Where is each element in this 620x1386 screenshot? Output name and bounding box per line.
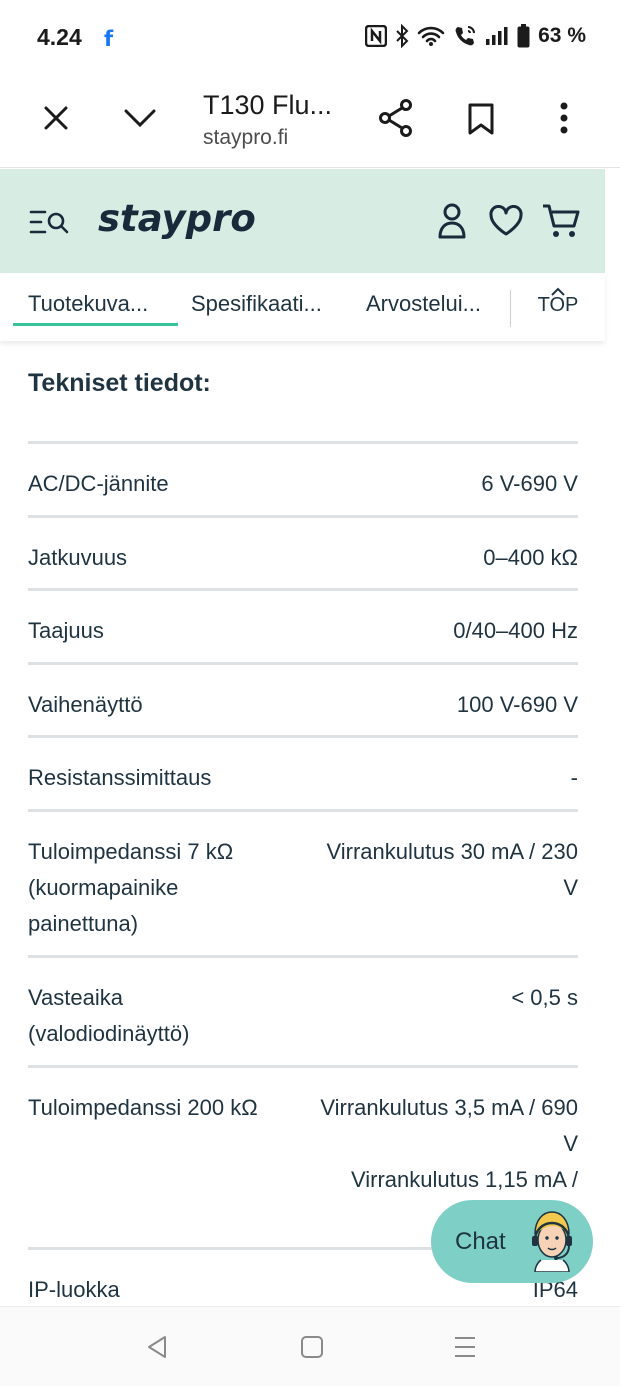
spec-value: < 0,5 s <box>511 985 578 1010</box>
share-icon[interactable] <box>376 98 416 138</box>
chat-button[interactable]: Chat <box>431 1200 593 1283</box>
tab-reviews[interactable]: Arvostelui... <box>366 291 481 317</box>
status-time: 4.24 <box>37 24 82 50</box>
spec-label: Tuloimpedanssi 7 kΩ (kuormapainike paine… <box>28 839 234 936</box>
tab-product-images[interactable]: Tuotekuva... <box>28 291 148 317</box>
close-icon[interactable] <box>38 100 74 136</box>
tab-specifications[interactable]: Spesifikaati... <box>191 291 322 317</box>
bluetooth-icon <box>396 24 409 48</box>
support-agent-avatar <box>532 1211 572 1272</box>
spec-value: Virrankulutus 30 mA / 230 V <box>326 839 578 900</box>
tab-divider <box>510 290 511 327</box>
active-tab-indicator <box>13 323 178 326</box>
status-icons: 63 % <box>365 24 586 48</box>
spec-value: 0–400 kΩ <box>483 545 578 570</box>
recents-icon[interactable] <box>453 1335 477 1364</box>
spec-label: Resistanssimittaus <box>28 765 212 790</box>
spec-label: Vaihenäyttö <box>28 692 143 717</box>
wifi-calling-icon <box>455 26 476 46</box>
spec-label: Vasteaika (valodiodinäyttö) <box>28 985 190 1046</box>
signal-icon <box>486 27 508 45</box>
back-to-top-label: TOP <box>537 294 579 316</box>
back-icon[interactable] <box>146 1335 168 1364</box>
home-icon[interactable] <box>300 1335 324 1364</box>
spec-row: AC/DC-jännite 6 V-690 V <box>28 441 578 515</box>
nfc-icon <box>365 25 388 47</box>
spec-row: Tuloimpedanssi 7 kΩ (kuormapainike paine… <box>28 809 578 955</box>
page-domain[interactable]: staypro.fi <box>203 126 288 150</box>
section-tabs: Tuotekuva... Spesifikaati... Arvostelui.… <box>0 273 605 341</box>
user-icon[interactable] <box>436 201 468 241</box>
site-header: staypro <box>0 169 605 273</box>
cart-icon[interactable] <box>540 201 582 241</box>
spec-row: Resistanssimittaus - <box>28 735 578 809</box>
spec-value: 0/40–400 Hz <box>453 618 578 643</box>
more-icon[interactable] <box>548 98 580 138</box>
spec-row: Taajuus 0/40–400 Hz <box>28 588 578 662</box>
spec-value: - <box>570 765 578 790</box>
spec-label: AC/DC-jännite <box>28 471 169 496</box>
chat-label: Chat <box>455 1227 506 1255</box>
site-logo[interactable]: staypro <box>98 197 256 240</box>
heart-icon[interactable] <box>487 203 525 239</box>
menu-search-icon[interactable] <box>28 205 70 239</box>
section-title: Tekniset tiedot: <box>28 369 211 397</box>
spec-label: Taajuus <box>28 618 104 643</box>
spec-value: 100 V-690 V <box>456 692 578 717</box>
spec-value: 6 V-690 V <box>481 471 578 496</box>
page-title[interactable]: T130 Flu... <box>203 90 332 121</box>
battery-icon <box>517 24 530 48</box>
status-bar: 4.24 f 63 % <box>0 0 620 76</box>
bookmark-icon[interactable] <box>463 100 499 138</box>
facebook-icon: f <box>104 27 114 51</box>
system-nav-bar <box>0 1306 620 1386</box>
spec-row: Jatkuvuus 0–400 kΩ <box>28 515 578 588</box>
wifi-icon <box>417 26 445 46</box>
chevron-down-icon[interactable] <box>120 100 160 136</box>
back-to-top-button[interactable]: TOP <box>536 283 580 333</box>
battery-percent: 63 % <box>538 24 586 47</box>
spec-value: Virrankulutus 3,5 mA / 690 V <box>320 1095 578 1156</box>
spec-row: Vasteaika (valodiodinäyttö) < 0,5 s <box>28 955 578 1065</box>
spec-table: AC/DC-jännite 6 V-690 V Jatkuvuus 0–400 … <box>28 441 578 1317</box>
browser-toolbar: T130 Flu... staypro.fi <box>0 76 620 168</box>
spec-row: Vaihenäyttö 100 V-690 V <box>28 662 578 735</box>
spec-label: Tuloimpedanssi 200 kΩ <box>28 1095 258 1120</box>
spec-value-secondary: Virrankulutus 1,15 mA / <box>350 1167 578 1192</box>
spec-label: Jatkuvuus <box>28 545 128 570</box>
